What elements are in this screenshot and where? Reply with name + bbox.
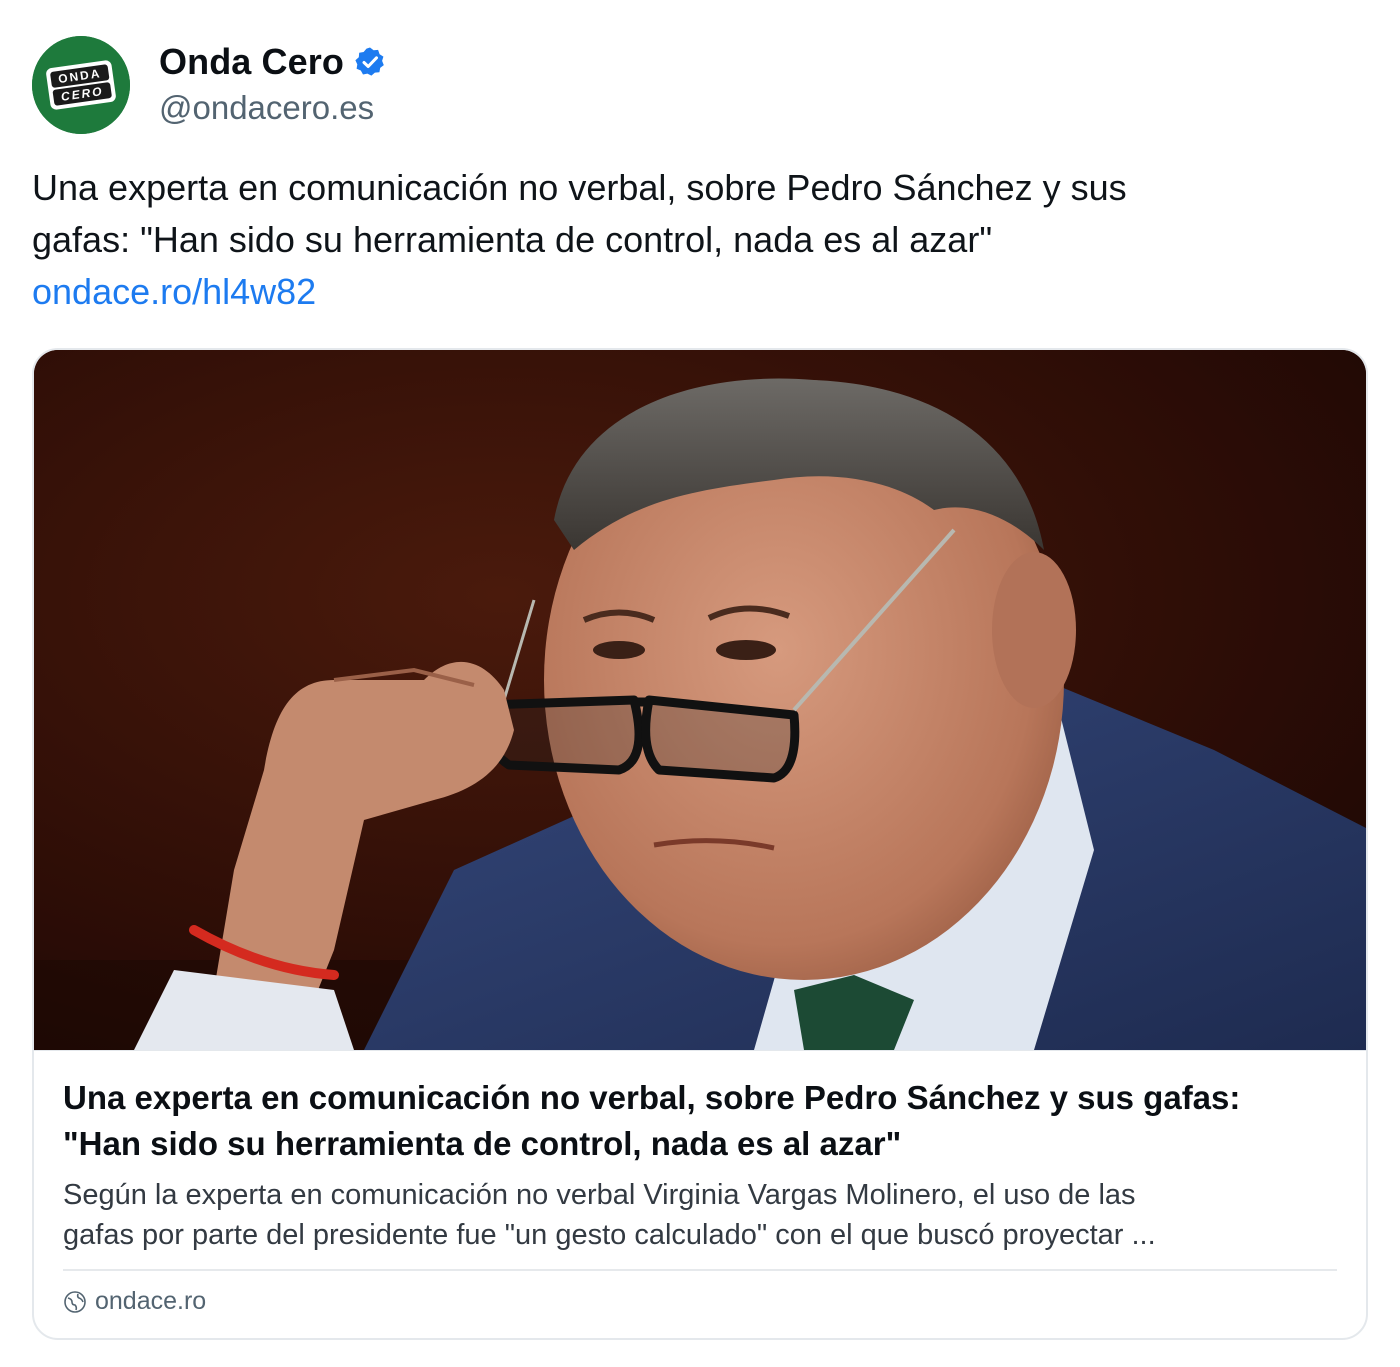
author-names: Onda Cero @ondacero.es [159,37,386,127]
post-header: ONDA CERO Onda Cero @ondacero.es [32,36,386,134]
globe-icon [64,1290,86,1313]
post-text-line: gafas: "Han sido su herramienta de contr… [32,219,993,260]
card-domain-text: ondace.ro [95,1287,207,1315]
post-link[interactable]: ondace.ro/hl4w82 [32,266,1362,318]
card-divider [63,1269,1337,1271]
card-title-line: Una experta en comunicación no verbal, s… [63,1079,1241,1116]
card-domain[interactable]: ondace.ro [63,1287,206,1316]
post: ONDA CERO Onda Cero @ondacero.es Una exp… [0,0,1400,1367]
onda-cero-logo: ONDA CERO [32,36,130,134]
display-name[interactable]: Onda Cero [159,41,344,83]
author-handle[interactable]: @ondacero.es [159,89,386,127]
card-photo [34,350,1366,1050]
display-name-row: Onda Cero [159,37,386,87]
card-body[interactable]: Una experta en comunicación no verbal, s… [34,1050,1366,1338]
card-title-line: "Han sido su herramienta de control, nad… [63,1125,902,1162]
post-text-line: Una experta en comunicación no verbal, s… [32,167,1127,208]
card-image[interactable] [34,350,1366,1050]
link-card[interactable]: Una experta en comunicación no verbal, s… [32,348,1368,1340]
card-description-line: Según la experta en comunicación no verb… [63,1179,1136,1211]
avatar[interactable]: ONDA CERO [32,36,130,134]
verified-badge-icon [355,47,384,76]
post-text: Una experta en comunicación no verbal, s… [32,162,1362,318]
card-description-line: gafas por parte del presidente fue "un g… [63,1219,1156,1251]
card-description: Según la experta en comunicación no verb… [63,1175,1343,1255]
card-title: Una experta en comunicación no verbal, s… [63,1075,1343,1167]
